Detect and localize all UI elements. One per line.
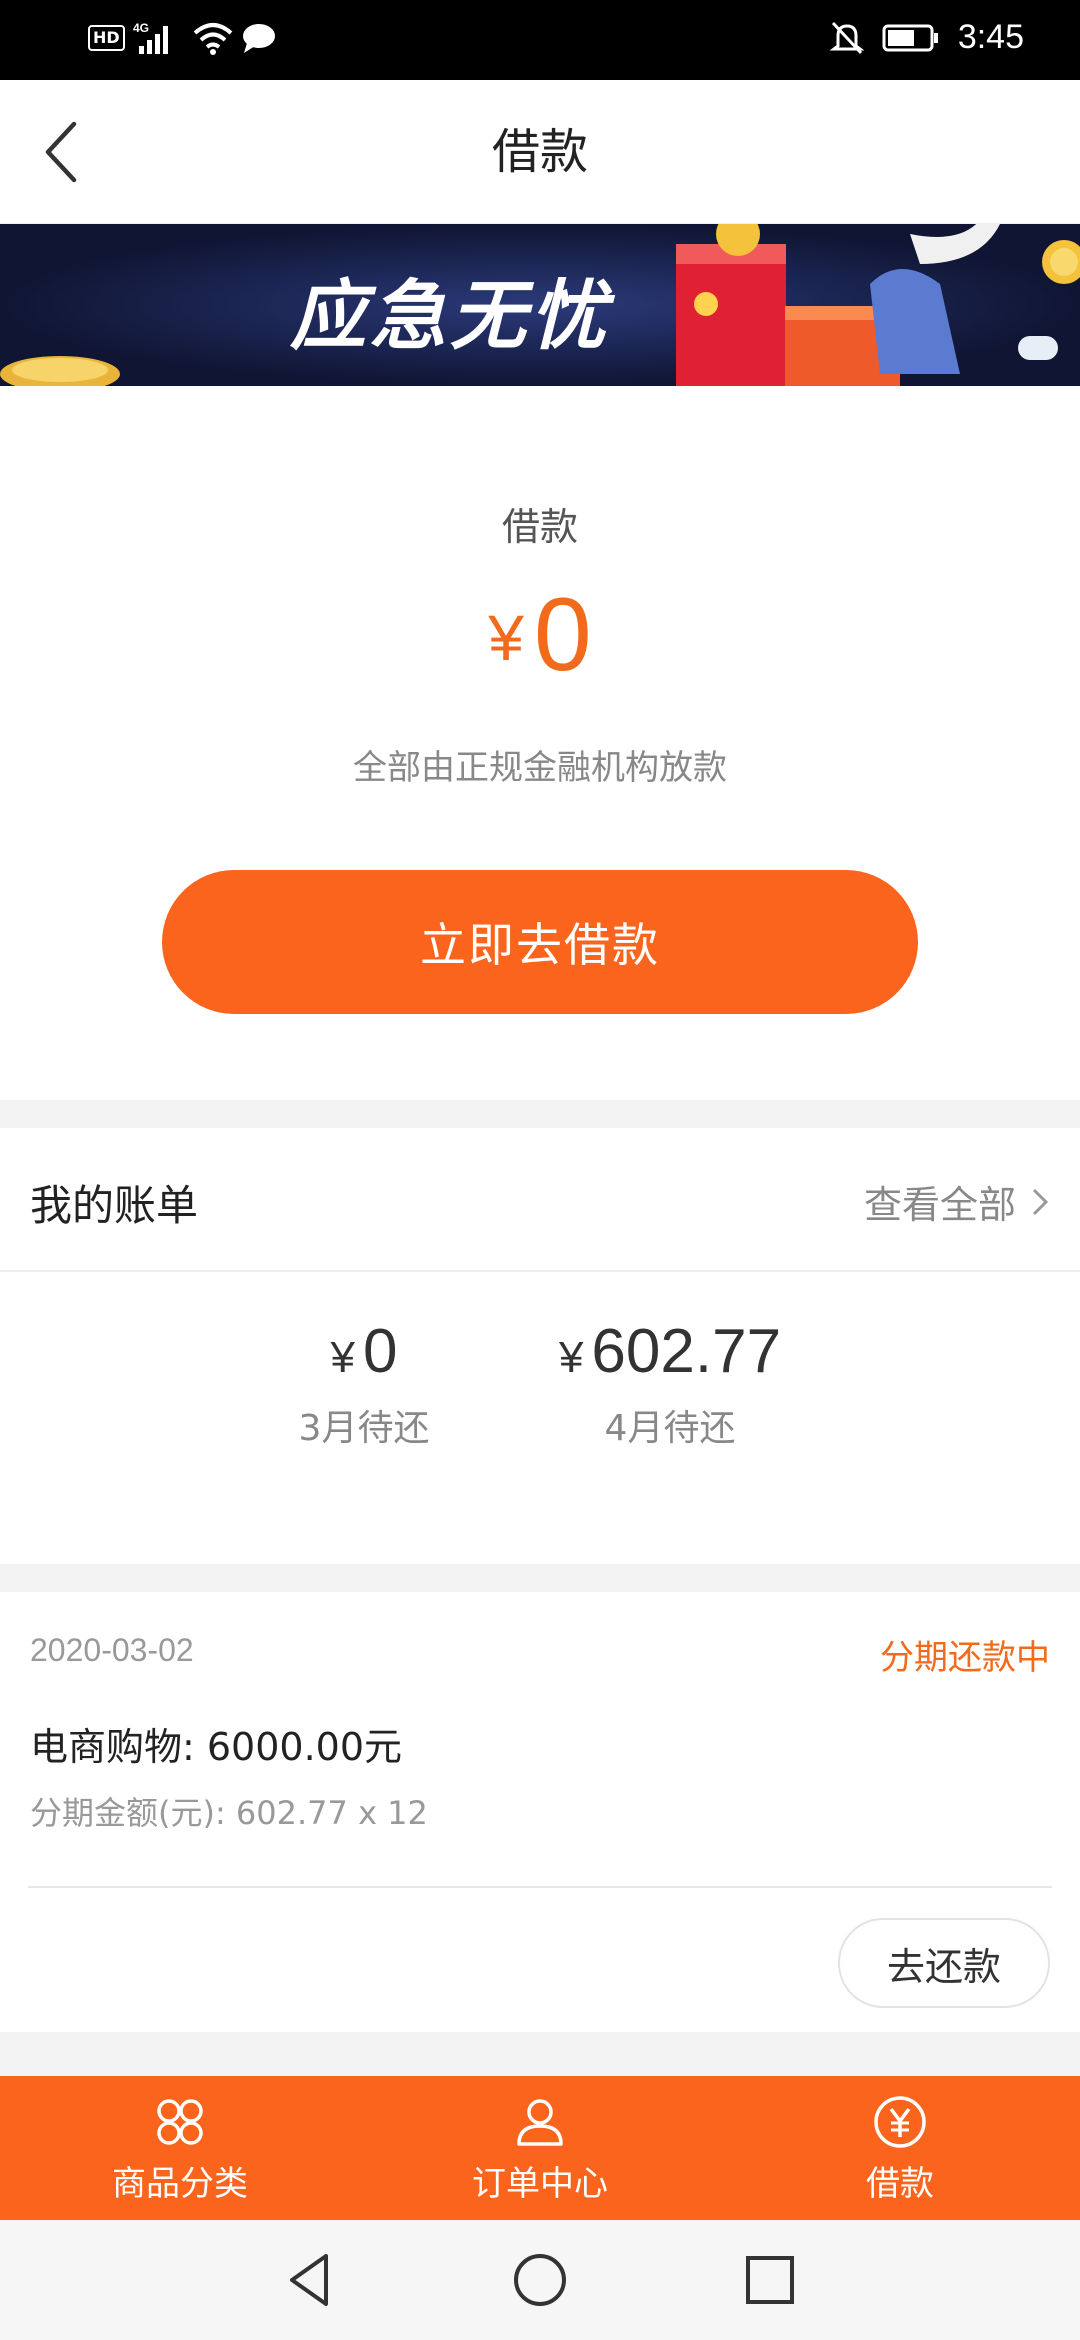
bill-header: 我的账单 查看全部 [0, 1128, 1080, 1272]
back-triangle-icon[interactable] [278, 2248, 342, 2312]
promo-banner[interactable]: 应急无忧 [0, 224, 1080, 386]
bill-label: 4月待还 [604, 1408, 736, 1449]
bill-label: 3月待还 [298, 1408, 430, 1449]
banner-headline: 应急无忧 [290, 271, 610, 360]
repay-button[interactable]: 去还款 [838, 1918, 1050, 2008]
loan-amount-value: 0 [533, 577, 592, 693]
notifications-off-icon [829, 21, 864, 54]
tab-label: 借款 [866, 2163, 934, 2204]
bill-card: 我的账单 查看全部 ¥0 3月待还 ¥602.77 4月待还 [0, 1128, 1080, 1564]
page-title: 借款 [491, 124, 588, 180]
home-circle-icon[interactable] [508, 2248, 572, 2312]
bill-amount-value: 602.77 [591, 1317, 782, 1386]
nav-bar: 借款 [0, 80, 1080, 224]
user-icon [517, 2098, 563, 2146]
loan-card: 借款 ¥0 全部由正规金融机构放款 立即去借款 [0, 386, 1080, 1100]
hd-badge: HD [88, 25, 125, 51]
view-all-label: 查看全部 [863, 1183, 1016, 1227]
wifi-icon [193, 23, 232, 55]
tab-label: 订单中心 [472, 2163, 608, 2204]
view-all-link[interactable]: 查看全部 [864, 1174, 1054, 1229]
chevron-right-icon [1032, 1188, 1049, 1215]
bill-item-march[interactable]: ¥0 3月待还 [264, 1272, 464, 1451]
bill-currency: ¥ [558, 1333, 584, 1382]
recents-square-icon[interactable] [738, 2248, 802, 2312]
loan-amount: ¥0 [0, 576, 1080, 695]
tab-categories[interactable]: 商品分类 [0, 2076, 360, 2220]
bill-amount: ¥602.77 [530, 1316, 810, 1387]
tab-label: 商品分类 [112, 2163, 248, 2204]
status-right-icons: 3:45 [829, 18, 1024, 57]
status-bar: HD 4G 3:45 [0, 0, 1080, 80]
order-status: 分期还款中 [880, 1638, 1050, 1678]
loan-currency: ¥ [488, 602, 524, 674]
status-time: 3:45 [957, 18, 1024, 56]
message-icon [242, 24, 275, 53]
grid-icon [157, 2098, 203, 2145]
tab-loan[interactable]: 借款 [720, 2076, 1080, 2220]
divider [28, 1886, 1052, 1888]
bill-amounts: ¥0 3月待还 ¥602.77 4月待还 [0, 1272, 1080, 1564]
bill-title: 我的账单 [30, 1181, 199, 1230]
tab-orders[interactable]: 订单中心 [360, 2076, 720, 2220]
signal-icon: 4G [133, 21, 168, 54]
bill-amount-value: 0 [363, 1317, 398, 1386]
order-installment: 分期金额(元): 602.77 x 12 [30, 1794, 428, 1832]
loan-subtitle: 全部由正规金融机构放款 [353, 748, 727, 788]
svg-text:4G: 4G [133, 21, 149, 35]
order-card: 2020-03-02 分期还款中 电商购物: 6000.00元 分期金额(元):… [0, 1592, 1080, 2032]
yuan-icon [874, 2095, 926, 2148]
bill-item-april[interactable]: ¥602.77 4月待还 [530, 1272, 810, 1451]
system-nav-bar [0, 2220, 1080, 2340]
borrow-now-button[interactable]: 立即去借款 [162, 870, 918, 1014]
bottom-tab-bar: 商品分类 订单中心 借款 [0, 2076, 1080, 2220]
status-left-icons: HD 4G [88, 20, 277, 56]
order-title: 电商购物: 6000.00元 [30, 1725, 403, 1769]
loan-label: 借款 [501, 505, 578, 549]
bill-currency: ¥ [330, 1333, 355, 1382]
order-date: 2020-03-02 [30, 1632, 194, 1668]
battery-icon [882, 24, 938, 51]
bill-amount: ¥0 [264, 1316, 464, 1387]
